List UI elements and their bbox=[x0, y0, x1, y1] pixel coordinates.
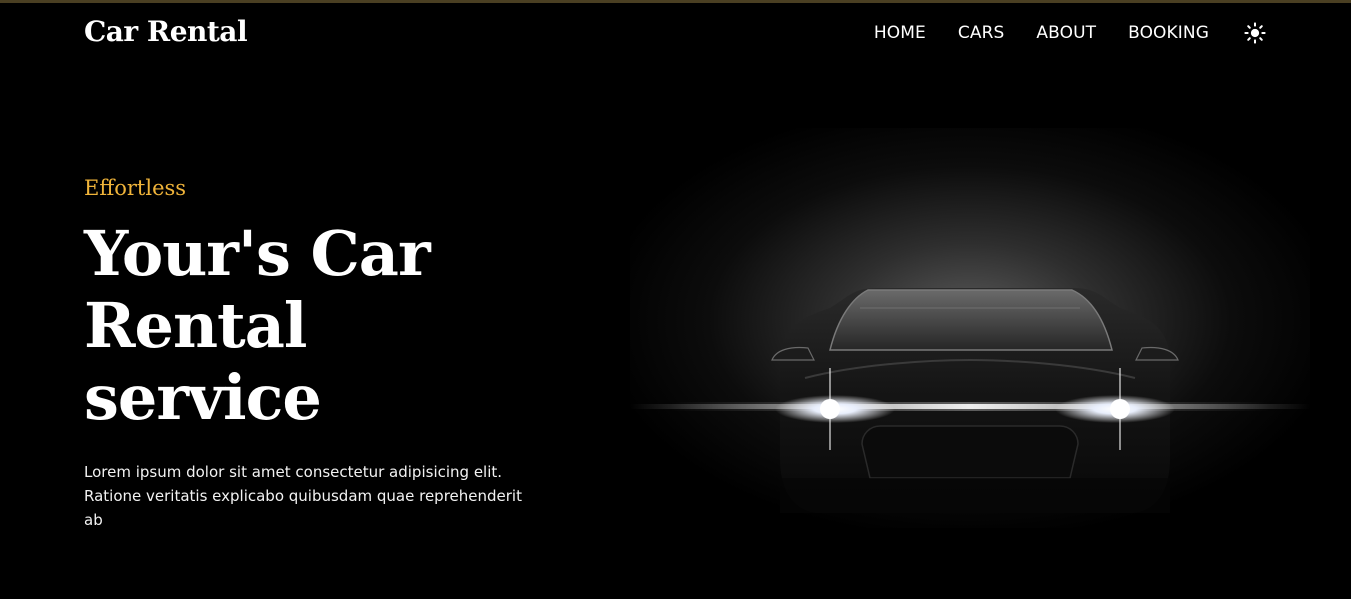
nav-booking-link[interactable]: BOOKING bbox=[1128, 23, 1209, 43]
sun-icon bbox=[1244, 22, 1266, 44]
nav-cars-link[interactable]: CARS bbox=[958, 23, 1005, 43]
nav-links: HOME CARS ABOUT BOOKING bbox=[874, 21, 1267, 45]
theme-toggle-button[interactable] bbox=[1243, 21, 1267, 45]
nav-home-link[interactable]: HOME bbox=[874, 23, 926, 43]
hero-headline: Your's Car Rental service bbox=[84, 217, 431, 434]
navbar: Car Rental HOME CARS ABOUT BOOKING bbox=[0, 3, 1351, 63]
site-logo[interactable]: Car Rental bbox=[84, 15, 248, 48]
nav-about-link[interactable]: ABOUT bbox=[1036, 23, 1096, 43]
hero-description: Lorem ipsum dolor sit amet consectetur a… bbox=[84, 463, 522, 529]
hero-text: Effortless Your's Car Rental service Lor… bbox=[84, 176, 554, 532]
hero-eyebrow: Effortless bbox=[84, 176, 187, 200]
car-headlights-image bbox=[630, 128, 1310, 528]
